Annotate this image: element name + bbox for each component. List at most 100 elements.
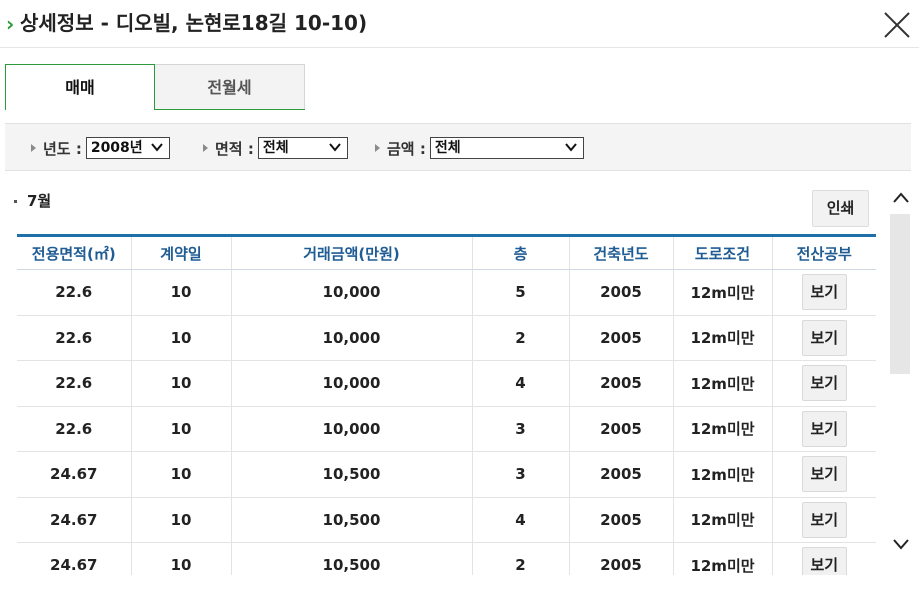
col-header-floor: 층 [471,235,569,270]
year-filter-label: 년도 : [43,139,82,158]
cell-price: 10,000 [230,406,472,452]
cell-area: 22.6 [17,269,131,316]
vertical-scrollbar[interactable] [886,180,915,575]
view-button[interactable]: 보기 [801,547,847,575]
cell-built-year: 2005 [568,406,673,452]
cell-road: 12m미만 [672,269,772,316]
col-header-built-year: 건축년도 [568,235,673,270]
area-filter: 면적 : 전체 [203,136,348,160]
col-header-price: 거래금액(만원) [230,235,472,270]
cell-built-year: 2005 [568,315,673,361]
cell-price: 10,000 [230,315,472,361]
close-icon [884,12,910,38]
col-header-ledger: 전산공부 [771,235,876,270]
cell-ledger: 보기 [771,497,876,543]
view-button[interactable]: 보기 [801,319,847,356]
scrollbar-thumb[interactable] [890,214,910,374]
table-row: 22.6 10 10,000 2 2005 12m미만 보기 [17,315,876,361]
year-select[interactable]: 2008년 [85,137,170,159]
year-select-value: 2008년 [90,140,143,156]
dialog-header: › 상세정보 - 디오빌, 논현로18길 10-10) [0,0,919,48]
table-row: 24.67 10 10,500 3 2005 12m미만 보기 [17,451,876,498]
view-button[interactable]: 보기 [801,456,847,493]
view-button[interactable]: 보기 [801,274,847,311]
chevron-right-icon: › [6,12,15,36]
cell-built-year: 2005 [568,497,673,543]
transactions-table-container: 전용면적(㎡) 계약일 거래금액(만원) 층 건축년도 도로조건 전산공부 22… [17,234,876,575]
cell-ledger: 보기 [771,406,876,452]
tab-sale[interactable]: 매매 [5,64,155,110]
cell-road: 12m미만 [672,497,772,543]
col-header-area: 전용면적(㎡) [17,235,131,270]
table-row: 22.6 10 10,000 5 2005 12m미만 보기 [17,269,876,316]
tab-lease[interactable]: 전월세 [155,64,305,110]
cell-area: 22.6 [17,360,131,407]
cell-road: 12m미만 [672,315,772,361]
cell-area: 24.67 [17,542,131,575]
area-select-value: 전체 [262,140,289,156]
triangle-bullet-icon [203,144,208,152]
cell-built-year: 2005 [568,360,673,407]
table-row: 24.67 10 10,500 4 2005 12m미만 보기 [17,497,876,543]
scroll-down-button[interactable] [890,534,912,554]
col-header-contract-day: 계약일 [130,235,231,270]
print-button[interactable]: 인쇄 [812,190,869,227]
cell-contract-day: 10 [130,497,231,543]
cell-built-year: 2005 [568,451,673,498]
cell-floor: 2 [471,315,569,361]
view-button[interactable]: 보기 [801,501,847,538]
view-button[interactable]: 보기 [801,410,847,447]
view-button[interactable]: 보기 [801,365,847,402]
chevron-down-icon [565,143,577,152]
month-heading: 7월 [14,190,51,211]
cell-road: 12m미만 [672,406,772,452]
cell-contract-day: 10 [130,451,231,498]
cell-road: 12m미만 [672,360,772,407]
chevron-down-icon [151,143,163,152]
cell-floor: 2 [471,542,569,575]
table-row: 22.6 10 10,000 3 2005 12m미만 보기 [17,406,876,452]
chevron-up-icon [893,192,909,203]
close-button[interactable] [880,8,914,42]
cell-ledger: 보기 [771,315,876,361]
chevron-down-icon [893,539,909,550]
cell-area: 22.6 [17,406,131,452]
month-label: 7월 [27,192,52,210]
cell-floor: 3 [471,451,569,498]
transactions-table: 전용면적(㎡) 계약일 거래금액(만원) 층 건축년도 도로조건 전산공부 22… [17,234,876,575]
filter-bar: 년도 : 2008년 면적 : 전체 금액 : 전체 [5,123,911,171]
cell-price: 10,000 [230,269,472,316]
triangle-bullet-icon [31,144,36,152]
price-filter: 금액 : 전체 [375,136,584,160]
cell-ledger: 보기 [771,542,876,575]
scroll-up-button[interactable] [890,188,912,208]
cell-floor: 4 [471,497,569,543]
cell-area: 22.6 [17,315,131,361]
area-filter-label: 면적 : [215,139,254,158]
cell-price: 10,500 [230,451,472,498]
triangle-bullet-icon [375,144,380,152]
area-select[interactable]: 전체 [257,137,348,159]
cell-contract-day: 10 [130,315,231,361]
price-select[interactable]: 전체 [429,137,584,159]
cell-area: 24.67 [17,497,131,543]
bullet-icon [14,200,17,203]
cell-contract-day: 10 [130,360,231,407]
cell-contract-day: 10 [130,406,231,452]
cell-ledger: 보기 [771,360,876,407]
cell-ledger: 보기 [771,451,876,498]
cell-price: 10,500 [230,497,472,543]
table-row: 22.6 10 10,000 4 2005 12m미만 보기 [17,360,876,407]
cell-contract-day: 10 [130,269,231,316]
table-header-row: 전용면적(㎡) 계약일 거래금액(만원) 층 건축년도 도로조건 전산공부 [17,235,876,270]
cell-ledger: 보기 [771,269,876,316]
cell-contract-day: 10 [130,542,231,575]
cell-floor: 3 [471,406,569,452]
cell-floor: 4 [471,360,569,407]
price-select-value: 전체 [434,140,461,156]
cell-built-year: 2005 [568,542,673,575]
cell-price: 10,500 [230,542,472,575]
dialog-title: 상세정보 - 디오빌, 논현로18길 10-10) [20,11,368,35]
col-header-road: 도로조건 [672,235,772,270]
year-filter: 년도 : 2008년 [31,136,170,160]
